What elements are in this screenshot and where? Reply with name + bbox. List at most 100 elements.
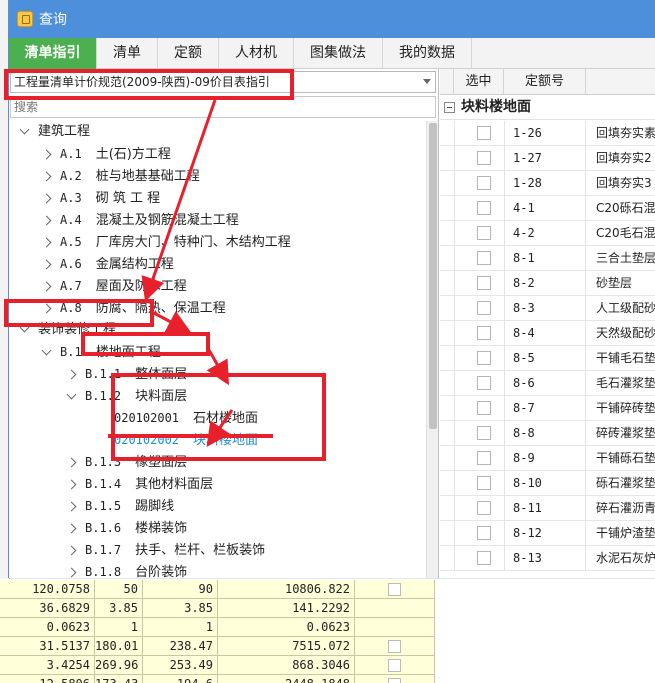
tree-node[interactable]: B.1.7 扶手、栏杆、栏板装饰 [65,539,265,561]
annotation-box-tile-layer [111,373,326,461]
quota-row-checkbox[interactable] [477,451,491,465]
quota-row[interactable]: 8-7 干铺碎砖垫 [440,396,655,421]
quota-row[interactable]: 8-9 干铺砾石垫 [440,446,655,471]
chevron-right-icon[interactable] [65,478,79,492]
quota-row-code: 1-26 [504,121,586,146]
chevron-down-icon[interactable] [18,125,32,139]
background-grid: 120.0758 50 90 10806.822 36.6829 3.85 3.85 141.… [0,579,655,683]
quota-row[interactable]: 8-10 砾石灌浆垫 [440,471,655,496]
tree-node[interactable]: B.1.6 楼梯装饰 [65,517,187,539]
chevron-down-icon[interactable] [65,390,79,404]
quota-row-checkbox[interactable] [477,401,491,415]
quota-row-checkbox[interactable] [477,176,491,190]
quota-row-code: 1-27 [504,146,586,171]
chevron-down-icon[interactable] [423,79,431,84]
quota-row-checkbox[interactable] [477,376,491,390]
chevron-right-icon[interactable] [65,566,79,579]
quota-row[interactable]: 1-28 回填夯实3 [440,171,655,196]
tab-bill[interactable]: 清单 [97,38,158,69]
chevron-right-icon[interactable] [40,192,54,206]
row-gutter [454,346,455,371]
collapse-icon[interactable] [444,101,455,113]
quota-row[interactable]: 8-2 砂垫层 [440,271,655,296]
tree-node[interactable]: B.1.5 踢脚线 [65,495,174,517]
tree-node[interactable]: A.6 金属结构工程 [40,253,174,275]
chevron-down-icon[interactable] [40,346,54,360]
quota-row-checkbox[interactable] [477,201,491,215]
row-gutter [454,246,455,271]
quota-row-checkbox[interactable] [477,276,491,290]
chevron-right-icon[interactable] [40,236,54,250]
tree-node-label: 金属结构工程 [95,257,174,272]
quota-row-code: 8-8 [504,421,586,446]
quota-row[interactable]: 4-1 C20砾石混 [440,196,655,221]
quota-row[interactable]: 1-27 回填夯实2 [440,146,655,171]
background-cell: 2448.1848 [218,675,355,683]
chevron-right-icon[interactable] [40,258,54,272]
quota-row-checkbox[interactable] [477,251,491,265]
quota-row-checkbox[interactable] [477,551,491,565]
quota-row[interactable]: 8-6 毛石灌浆垫 [440,371,655,396]
quota-row-checkbox[interactable] [477,326,491,340]
quota-row-checkbox[interactable] [477,126,491,140]
chevron-right-icon[interactable] [40,214,54,228]
tree-node[interactable]: A.7 屋面及防水工程 [40,275,187,297]
quota-row-name: 回填夯实3 [596,176,652,190]
quota-row-name: 回填夯实2 [596,151,652,165]
tab-bill-guide[interactable]: 清单指引 [9,38,97,69]
quota-row[interactable]: 8-1 三合土垫层 [440,246,655,271]
tab-labor-material[interactable]: 人材机 [219,38,294,69]
quota-row-checkbox[interactable] [477,426,491,440]
quota-row[interactable]: 1-26 回填夯实素 [440,121,655,146]
quota-group-row[interactable]: 块料楼地面 [440,95,655,120]
quota-row-checkbox[interactable] [477,526,491,540]
tree-node[interactable]: 建筑工程 [18,121,90,143]
quota-row[interactable]: 8-13 水泥石灰炉 [440,546,655,571]
tree-node[interactable]: B.1.8 台阶装饰 [65,561,187,578]
chevron-right-icon[interactable] [40,170,54,184]
quota-row-code: 8-3 [504,296,586,321]
quota-row[interactable]: 8-4 天然级配砂 [440,321,655,346]
background-cell [355,599,435,618]
quota-row[interactable]: 8-3 人工级配砂 [440,296,655,321]
chevron-right-icon[interactable] [65,456,79,470]
chevron-right-icon[interactable] [65,522,79,536]
background-cell: 1 [95,618,143,637]
quota-row-code: 8-9 [504,446,586,471]
chevron-right-icon[interactable] [40,280,54,294]
background-cell: 50 [95,580,143,599]
chevron-right-icon[interactable] [65,500,79,514]
quota-row[interactable]: 4-2 C20毛石混 [440,221,655,246]
background-row: 0.0623 1 1 0.0623 [0,618,655,637]
background-checkbox [388,640,401,653]
tree-node[interactable]: A.2 桩与地基基础工程 [40,165,200,187]
quota-row[interactable]: 8-11 碎石灌沥青 [440,496,655,521]
tree-node[interactable]: A.4 混凝土及钢筋混凝土工程 [40,209,239,231]
tree-scrollbar-thumb[interactable] [429,123,437,429]
tree-scrollbar[interactable] [426,121,438,578]
quota-row[interactable]: 8-12 干铺炉渣垫 [440,521,655,546]
tree-node[interactable]: A.1 土(石)方工程 [40,143,171,165]
tab-atlas-method[interactable]: 图集做法 [294,38,383,69]
tab-quota[interactable]: 定额 [158,38,219,69]
tab-my-data[interactable]: 我的数据 [383,38,472,69]
tree-node-code: B.1.4 [85,477,122,491]
tree-node[interactable]: B.1.4 其他材料面层 [65,473,213,495]
quota-row[interactable]: 8-8 碎砖灌浆垫 [440,421,655,446]
quota-row-checkbox[interactable] [477,501,491,515]
quota-row-checkbox[interactable] [477,151,491,165]
quota-row-checkbox[interactable] [477,226,491,240]
chevron-right-icon[interactable] [65,368,79,382]
row-gutter [454,496,455,521]
tree-node-code: B.1.6 [85,521,122,535]
background-cell: 36.6829 [0,599,95,618]
chevron-right-icon[interactable] [65,544,79,558]
quota-row-checkbox[interactable] [477,351,491,365]
tree-node-label: 屋面及防水工程 [95,279,187,294]
quota-row[interactable]: 8-5 干铺毛石垫 [440,346,655,371]
chevron-right-icon[interactable] [40,148,54,162]
quota-row-checkbox[interactable] [477,476,491,490]
tree-node[interactable]: A.5 厂库房大门、特种门、木结构工程 [40,231,291,253]
tree-node[interactable]: A.3 砌 筑 工 程 [40,187,160,209]
quota-row-checkbox[interactable] [477,301,491,315]
